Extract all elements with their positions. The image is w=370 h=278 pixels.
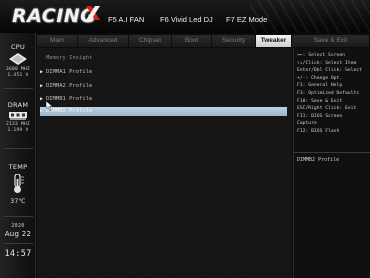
divider xyxy=(3,148,33,149)
cpu-title: CPU xyxy=(10,43,26,51)
divider xyxy=(3,216,33,217)
tab-chipset[interactable]: Chipset xyxy=(129,35,172,47)
item-description: DIMMB2 Profile xyxy=(297,157,340,163)
help-line: +/-: Change Opt. xyxy=(297,75,343,81)
tab-boot[interactable]: Boot xyxy=(172,35,212,47)
dimmb2-profile-item[interactable]: ▶ DIMMB2 Profile xyxy=(40,107,287,116)
date-day: Aug 22 xyxy=(4,230,32,238)
temp-section: TEMP 37℃ xyxy=(0,163,36,205)
help-line: F10: Save & Exit xyxy=(297,98,343,104)
help-line: F3: Optimized Defaults xyxy=(297,90,360,96)
settings-panel: Memory Insight ▶ DIMMA1 Profile ▶ DIMMA2 P… xyxy=(37,48,292,278)
tab-security[interactable]: Security xyxy=(212,35,256,47)
help-line: F12: BIOS Flash xyxy=(297,128,340,134)
divider xyxy=(3,88,33,89)
clock-section: 14:57 xyxy=(0,249,36,259)
dimmb1-profile-item[interactable]: ▶ DIMMB1 Profile xyxy=(40,95,287,104)
tab-bar: Main Advanced Chipset Boot Security Twea… xyxy=(37,35,370,47)
divider xyxy=(3,243,33,244)
help-line: F11: BIOS Screen xyxy=(297,113,343,119)
tab-save-exit[interactable]: Save & Exit xyxy=(292,35,370,47)
date-section: 2020 Aug 22 xyxy=(0,223,36,238)
status-sidebar: CPU 3600 MHZ 1.451 V DRAM 2133 MHZ 1.199… xyxy=(0,33,36,278)
dimma2-profile-item[interactable]: ▶ DIMMA2 Profile xyxy=(40,82,287,91)
dram-module-icon xyxy=(9,112,27,120)
temp-value: 37℃ xyxy=(10,198,26,205)
help-line: ESC/Right Click: Exit xyxy=(297,106,357,112)
dram-section: DRAM 2133 MHZ 1.199 V xyxy=(0,101,36,134)
item-label: DIMMA1 Profile xyxy=(46,69,93,75)
vivid-led-dj-button[interactable]: F6 Vivid Led DJ xyxy=(160,15,213,24)
tab-tweaker[interactable]: Tweaker xyxy=(256,35,292,47)
ez-mode-button[interactable]: F7 EZ Mode xyxy=(226,15,267,24)
thermometer-icon xyxy=(14,174,24,193)
mouse-cursor-icon xyxy=(46,101,54,111)
tab-advanced[interactable]: Advanced xyxy=(78,35,129,47)
cpu-section: CPU 3600 MHZ 1.451 V xyxy=(0,43,36,79)
item-description-panel: DIMMB2 Profile xyxy=(293,153,370,278)
header-bar: RACING F5 A.I FAN F6 Vivid Led DJ F7 EZ … xyxy=(0,0,370,33)
cpu-voltage: 1.451 V xyxy=(7,73,29,78)
racing-logo: RACING xyxy=(12,5,97,27)
help-panel: →←: Select Screen ↑↓/Click: Select Item … xyxy=(293,48,370,152)
ai-fan-button[interactable]: F5 A.I FAN xyxy=(108,15,144,24)
help-line: ↑↓/Click: Select Item xyxy=(297,60,357,66)
help-line: →←: Select Screen xyxy=(297,53,345,58)
dimma1-profile-item[interactable]: ▶ DIMMA1 Profile xyxy=(40,68,287,77)
logo-x-icon xyxy=(86,6,100,20)
help-line: F1: General Help xyxy=(297,83,343,89)
temp-title: TEMP xyxy=(8,163,28,171)
help-line: Capture xyxy=(297,121,317,127)
dram-title: DRAM xyxy=(7,101,29,109)
clock-time: 14:57 xyxy=(4,249,32,259)
section-heading: Memory Insight xyxy=(46,55,93,61)
tab-main[interactable]: Main xyxy=(37,35,78,47)
help-line: Enter/Dbl Click: Select xyxy=(297,68,362,74)
dram-voltage: 1.199 V xyxy=(7,128,29,133)
cpu-chip-icon xyxy=(9,53,27,65)
date-year: 2020 xyxy=(11,223,25,229)
item-label: DIMMA2 Profile xyxy=(46,83,93,89)
